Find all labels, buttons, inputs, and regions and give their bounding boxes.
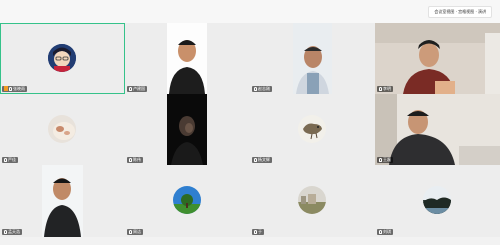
- video-feed: [167, 23, 207, 94]
- name-tag: 杨文辉: [252, 157, 272, 163]
- participant-tile[interactable]: 张晓雨: [0, 23, 125, 94]
- top-bar: 会议室视图 · 宫格视图 · 演讲: [0, 0, 500, 22]
- name-tag: 周洁: [127, 229, 143, 235]
- avatar: [48, 44, 76, 72]
- participant-tile[interactable]: 于: [250, 165, 375, 237]
- participant-tile[interactable]: 孟天浩: [0, 165, 125, 237]
- name-tag: 刘琪: [377, 229, 393, 235]
- mic-icon: [379, 86, 382, 91]
- mic-icon: [129, 86, 132, 91]
- avatar: [423, 186, 451, 214]
- meeting-window: 会议室视图 · 宫格视图 · 演讲 张晓雨 卢建国 赵志刚 李明 严佳 陈伟 杨…: [0, 0, 500, 245]
- participant-tile[interactable]: 卢建国: [125, 23, 250, 94]
- mic-icon: [4, 157, 7, 162]
- host-badge-icon: [4, 86, 8, 91]
- video-feed: [293, 23, 332, 94]
- mic-icon: [4, 229, 7, 234]
- name-tag: 赵志刚: [252, 86, 272, 92]
- name-tag: 王磊: [377, 157, 393, 163]
- view-switch-label: 会议室视图 · 宫格视图 · 演讲: [434, 9, 486, 14]
- bottom-bar: [0, 237, 500, 245]
- participant-tile[interactable]: 王磊: [375, 94, 500, 165]
- name-tag: 严佳: [2, 157, 18, 163]
- participant-tile[interactable]: 李明: [375, 23, 500, 94]
- mic-icon: [254, 157, 257, 162]
- mic-icon: [254, 86, 257, 91]
- mic-icon: [9, 86, 12, 91]
- participant-grid: 张晓雨 卢建国 赵志刚 李明 严佳 陈伟 杨文辉 王磊 孟天浩 周洁 于 刘琪: [0, 23, 500, 237]
- name-tag: 张晓雨: [2, 86, 27, 92]
- mic-icon: [254, 229, 257, 234]
- avatar: [298, 115, 326, 143]
- participant-tile[interactable]: 周洁: [125, 165, 250, 237]
- participant-tile[interactable]: 严佳: [0, 94, 125, 165]
- view-switch-button[interactable]: 会议室视图 · 宫格视图 · 演讲: [428, 6, 492, 18]
- name-tag: 陈伟: [127, 157, 143, 163]
- name-tag: 李明: [377, 86, 393, 92]
- avatar: [298, 186, 326, 214]
- video-feed: [375, 23, 500, 94]
- mic-icon: [379, 157, 382, 162]
- name-tag: 孟天浩: [2, 229, 22, 235]
- name-tag: 于: [252, 229, 264, 235]
- avatar: [48, 115, 76, 143]
- name-tag: 卢建国: [127, 86, 147, 92]
- participant-tile[interactable]: 刘琪: [375, 165, 500, 237]
- mic-icon: [379, 229, 382, 234]
- video-feed: [42, 165, 83, 237]
- video-feed: [375, 94, 500, 165]
- mic-icon: [129, 157, 132, 162]
- participant-tile[interactable]: 赵志刚: [250, 23, 375, 94]
- participant-tile[interactable]: 杨文辉: [250, 94, 375, 165]
- mic-icon: [129, 229, 132, 234]
- participant-tile[interactable]: 陈伟: [125, 94, 250, 165]
- avatar: [173, 186, 201, 214]
- video-feed: [167, 94, 207, 165]
